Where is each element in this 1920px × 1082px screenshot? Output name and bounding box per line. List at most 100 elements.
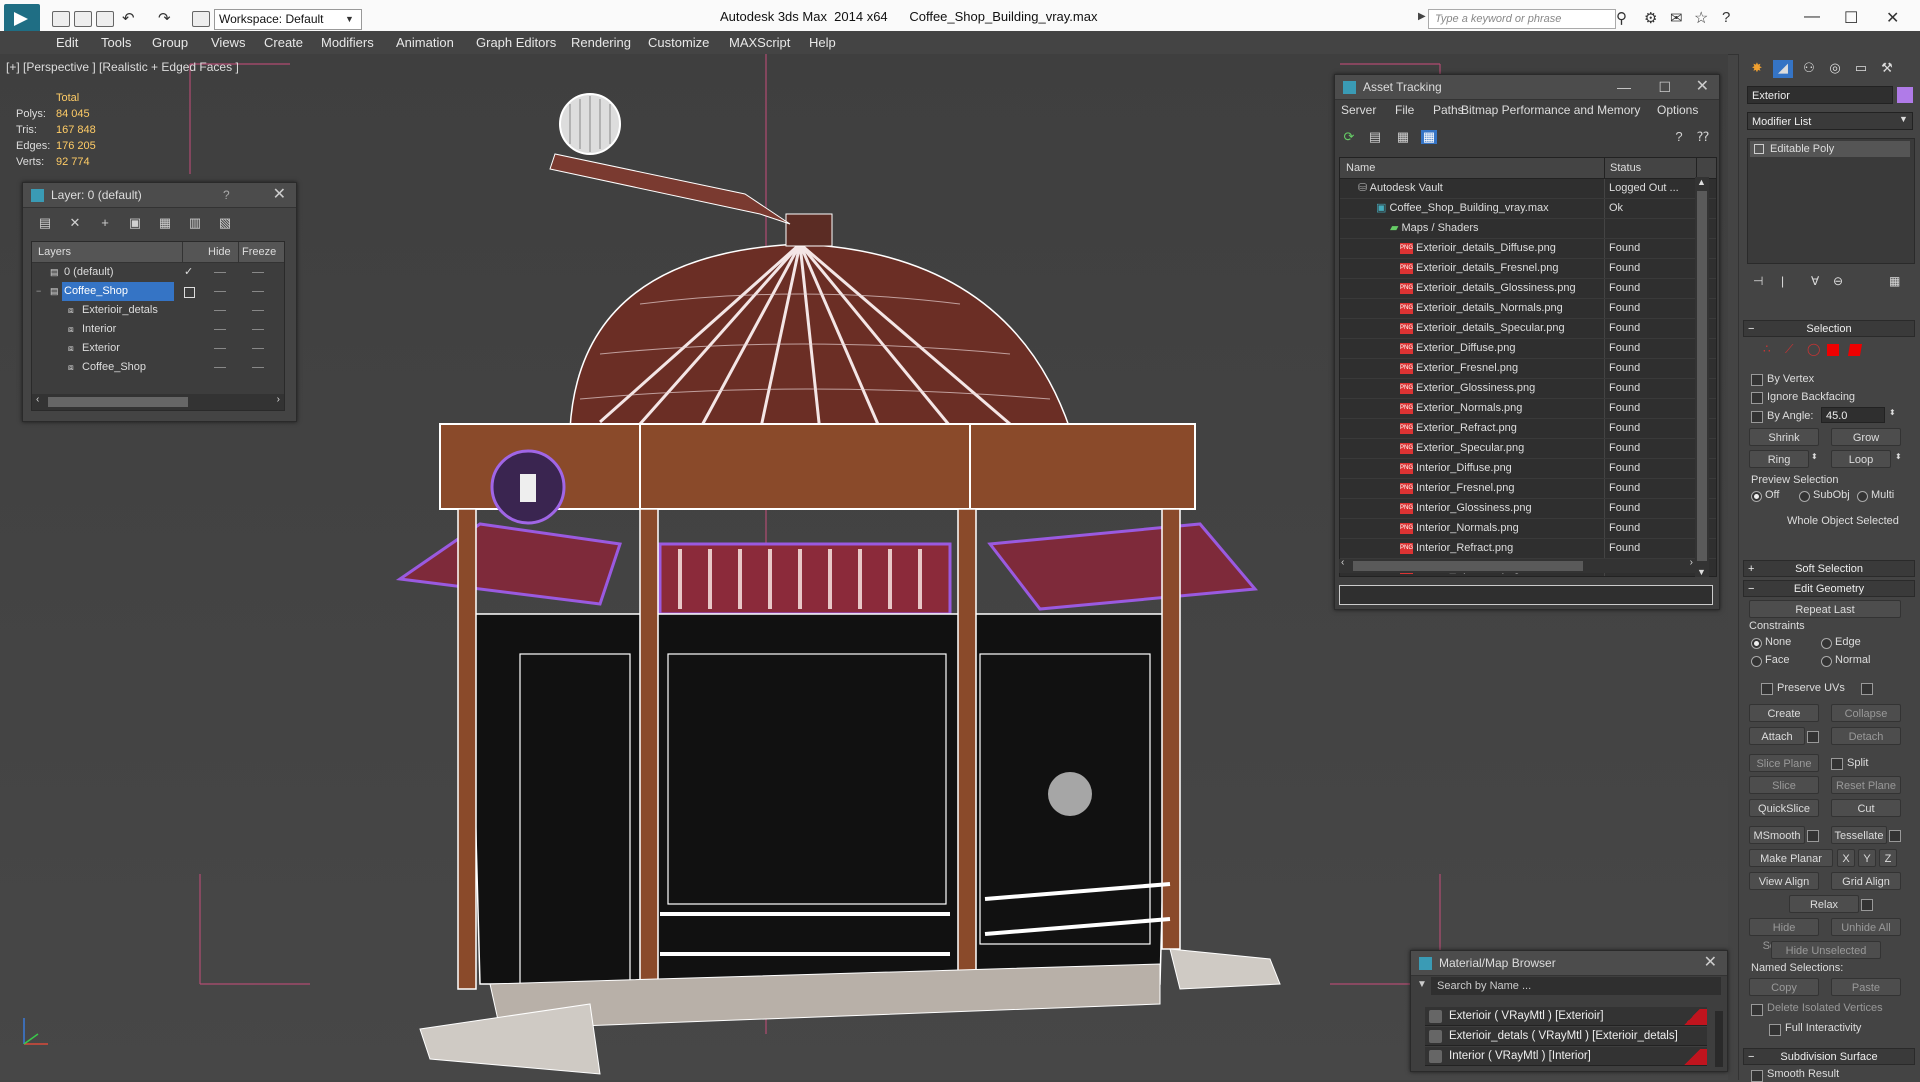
hide-selected-button[interactable]: Hide Selected [1749,918,1819,952]
asset-row[interactable]: PNG Exterior_Glossiness.png Found [1340,379,1716,399]
constraint-normal-radio[interactable] [1821,656,1832,667]
utilities-tab-icon[interactable]: ⚒ [1877,60,1897,78]
delete-layer-icon[interactable]: ✕ [67,216,83,230]
freeze-column-header[interactable]: Freeze [242,242,276,262]
scroll-up-icon[interactable]: ▲ [1697,177,1706,187]
copy-button[interactable]: Copy [1749,978,1819,996]
chevron-down-icon[interactable]: ▼ [1899,114,1908,124]
layer-row[interactable]: ▤ 0 (default) ✓ [32,263,284,282]
subscription-icon[interactable]: ⚙ [1644,9,1657,27]
hide-unselected-button[interactable]: Hide Unselected [1771,941,1881,959]
menu-maxscript[interactable]: MAXScript [729,35,790,50]
loop-button[interactable]: Loop [1831,450,1891,468]
app-menu-button[interactable] [4,4,40,34]
preserve-uvs-settings-icon[interactable] [1861,683,1873,695]
new-file-icon[interactable] [52,11,70,27]
asset-row[interactable]: PNG Interior_Refract.png Found [1340,539,1716,559]
polygon-mode-icon[interactable] [1827,344,1839,356]
constraint-face-radio[interactable] [1751,656,1762,667]
menu-views[interactable]: Views [211,35,245,50]
object-name-input[interactable]: Exterior [1747,86,1893,104]
name-column-header[interactable]: Name [1346,158,1375,178]
active-layer-check-icon[interactable]: ✓ [184,263,193,282]
set-current-checkbox[interactable] [184,287,195,298]
paste-button[interactable]: Paste [1831,978,1901,996]
tessellate-settings-icon[interactable] [1889,830,1901,842]
configure-modifier-sets-icon[interactable]: ▦ [1889,274,1900,288]
angle-spinner-input[interactable]: 45.0 [1821,407,1885,423]
soft-selection-rollout-header[interactable]: + Soft Selection [1743,560,1915,577]
help-icon[interactable]: ? [1671,130,1687,144]
search-expand-icon[interactable]: ▶ [1418,11,1426,22]
redo-icon[interactable]: ↷ [158,9,171,27]
asset-row[interactable]: ⛁ Autodesk Vault Logged Out ... [1340,179,1716,199]
horizontal-scrollbar[interactable]: ‹ › [1339,557,1695,573]
asset-path-field[interactable] [1339,585,1713,605]
expand-icon[interactable]: − [36,282,41,301]
asset-row[interactable]: ▰ Maps / Shaders [1340,219,1716,239]
msmooth-button[interactable]: MSmooth [1749,826,1805,844]
scroll-left-icon[interactable]: ‹ [36,394,39,405]
material-item[interactable]: Interior ( VRayMtl ) [Interior] [1425,1047,1707,1066]
communication-icon[interactable]: ✉ [1670,9,1683,27]
close-icon[interactable]: ✕ [1704,951,1717,975]
planar-x-button[interactable]: X [1837,849,1855,867]
add-to-layer-icon[interactable]: + [97,216,113,230]
asset-row[interactable]: PNG Exterior_Specular.png Found [1340,439,1716,459]
close-icon[interactable]: ✕ [1696,75,1709,99]
table-view-icon[interactable]: ▦ [1395,130,1411,144]
save-file-icon[interactable] [96,11,114,27]
ring-spinner-icon[interactable]: ⬍ [1811,452,1818,461]
menu-animation[interactable]: Animation [396,35,454,50]
menu-tools[interactable]: Tools [101,35,131,50]
motion-tab-icon[interactable]: ◎ [1825,60,1845,78]
material-search-input[interactable]: Search by Name ... [1431,977,1721,995]
hierarchy-tab-icon[interactable]: ⚇ [1799,60,1819,78]
preserve-uvs-checkbox[interactable] [1761,683,1773,695]
horizontal-scrollbar[interactable]: ‹ › [32,394,284,410]
asset-row[interactable]: PNG Interior_Glossiness.png Found [1340,499,1716,519]
display-tab-icon[interactable]: ▭ [1851,60,1871,78]
menu-graph-editors[interactable]: Graph Editors [476,35,556,50]
minimize-icon[interactable]: — [1804,8,1820,26]
slice-plane-button[interactable]: Slice Plane [1749,754,1819,772]
layer-row[interactable]: ⧈ Exterior [32,339,284,358]
constraint-none-radio[interactable] [1751,638,1762,649]
vertical-scrollbar[interactable] [1715,1011,1723,1067]
scroll-left-icon[interactable]: ‹ [1341,557,1344,568]
grow-button[interactable]: Grow [1831,428,1901,446]
favorites-star-icon[interactable]: ☆ [1694,8,1708,28]
msmooth-settings-icon[interactable] [1807,830,1819,842]
menu-paths[interactable]: Paths [1433,103,1464,117]
by-angle-checkbox[interactable] [1751,411,1763,423]
create-layer-icon[interactable]: ▤ [37,216,53,230]
subdivision-surface-rollout-header[interactable]: − Subdivision Surface [1743,1048,1915,1065]
make-planar-button[interactable]: Make Planar [1749,849,1833,867]
detach-button[interactable]: Detach [1831,727,1901,745]
menu-options[interactable]: Options [1657,103,1698,117]
selection-rollout-header[interactable]: − Selection [1743,320,1915,337]
scroll-right-icon[interactable]: › [1690,557,1693,568]
menu-rendering[interactable]: Rendering [571,35,631,50]
border-mode-icon[interactable]: ◯ [1807,342,1820,356]
layer-panel-titlebar[interactable]: Layer: 0 (default) ? ✕ [23,183,296,208]
constraint-edge-radio[interactable] [1821,638,1832,649]
close-icon[interactable]: ✕ [273,183,286,207]
grid-view-icon[interactable]: ▦ [1421,130,1437,144]
cut-button[interactable]: Cut [1831,799,1901,817]
asset-row[interactable]: PNG Interior_Diffuse.png Found [1340,459,1716,479]
status-column-header[interactable]: Status [1610,158,1641,178]
stack-item-editable-poly[interactable]: Editable Poly [1750,141,1910,157]
make-unique-icon[interactable]: ∀ [1811,274,1819,288]
scroll-thumb[interactable] [48,397,188,407]
help-icon[interactable]: ? [1722,9,1730,26]
asset-row[interactable]: PNG Exterioir_details_Diffuse.png Found [1340,239,1716,259]
vertical-scrollbar[interactable]: ▲ ▼ [1695,177,1709,577]
spinner-arrows-icon[interactable]: ⬍ [1889,408,1896,417]
asset-row[interactable]: PNG Interior_Normals.png Found [1340,519,1716,539]
full-interactivity-checkbox[interactable] [1769,1024,1781,1036]
collapse-button[interactable]: Collapse [1831,704,1901,722]
menu-help[interactable]: Help [809,35,836,50]
layer-row[interactable]: ⧈ Interior [32,320,284,339]
attach-list-icon[interactable] [1807,731,1819,743]
